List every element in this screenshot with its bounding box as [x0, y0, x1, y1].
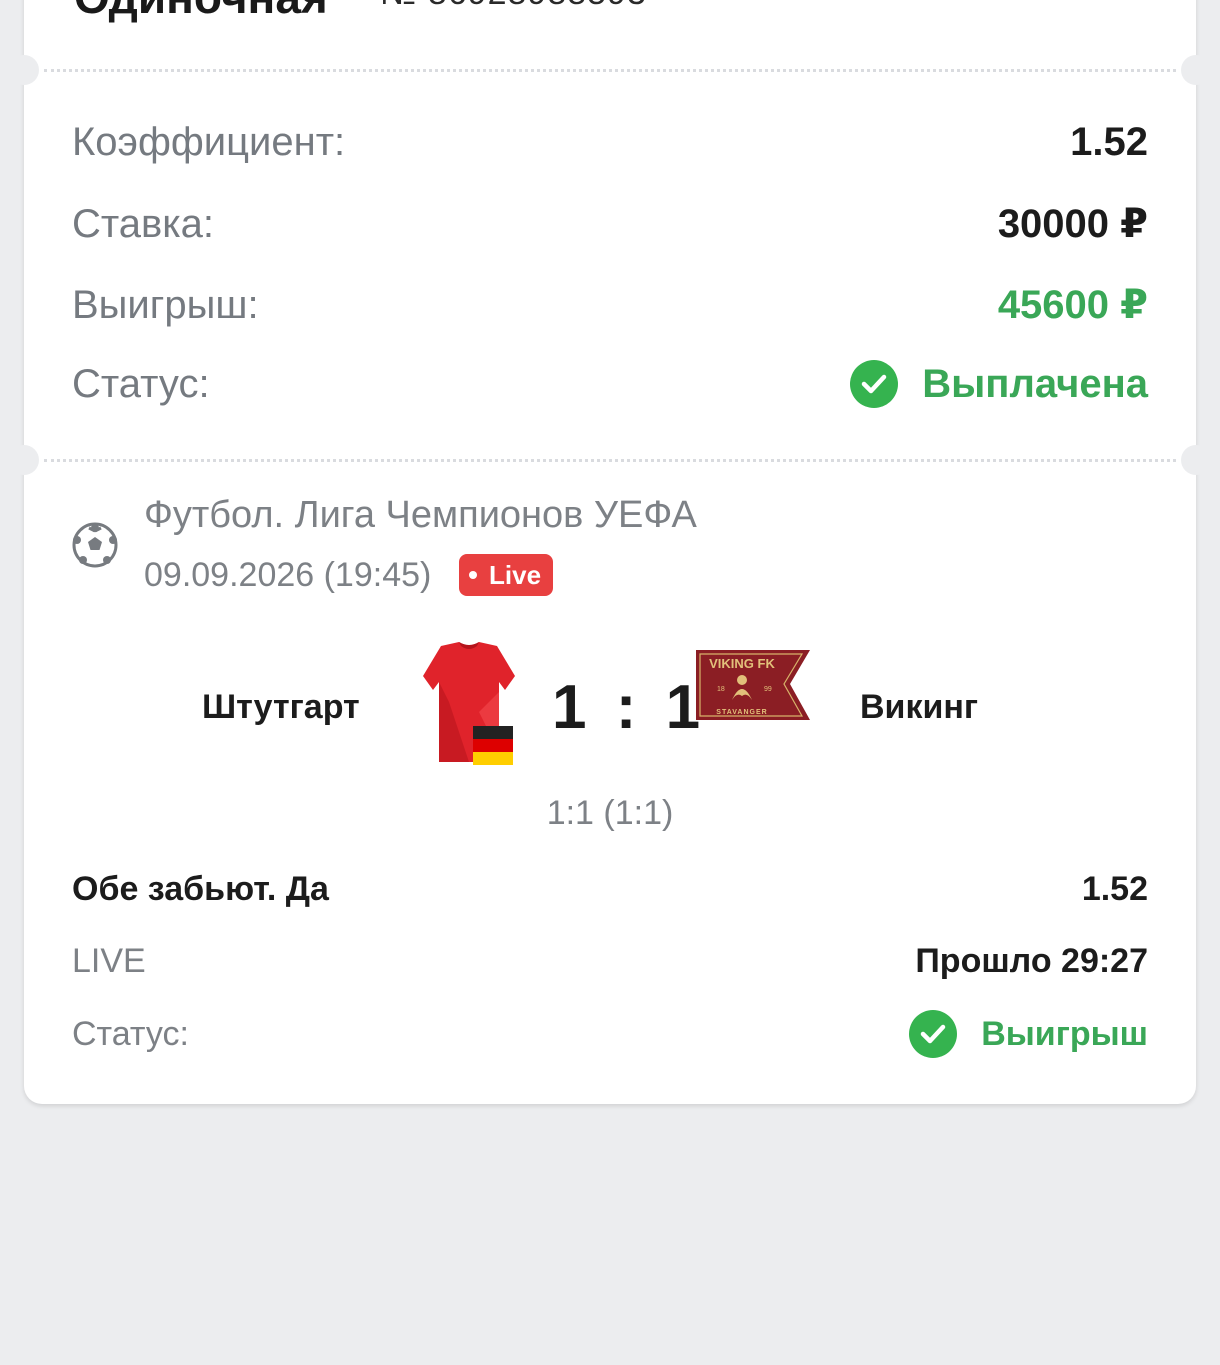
live-badge: Live — [459, 554, 554, 596]
ticket-divider — [44, 69, 1176, 72]
bet-status-row: Статус: Выигрыш — [72, 1010, 1148, 1058]
live-dot-icon — [469, 571, 477, 579]
stake-row: Ставка: 30000 ₽ — [72, 201, 1148, 247]
win-value: 45600 ₽ — [997, 283, 1148, 327]
away-logo-year-right: 99 — [764, 686, 772, 693]
stake-label: Ставка: — [72, 201, 214, 246]
bet-status-label: Статус: — [72, 1014, 189, 1053]
odds-label: Коэффициент: — [72, 120, 346, 164]
bet-market-row: Обе забьют. Да 1.52 — [72, 870, 1148, 909]
score-detail: 1:1 (1:1) — [546, 794, 674, 832]
bet-market: Обе забьют. Да — [72, 870, 329, 908]
away-team-logo: VIKING FK 18 99 STAVANGER — [692, 648, 812, 729]
ticket-notch-left — [9, 445, 39, 475]
bet-number: № 86928988593 — [380, 0, 647, 13]
away-logo-sub: STAVANGER — [716, 709, 767, 716]
odds-row: Коэффициент: 1.52 — [72, 120, 1148, 165]
away-logo-text: VIKING FK — [709, 656, 775, 671]
ticket-divider — [44, 459, 1176, 462]
away-logo-year-left: 18 — [717, 686, 725, 693]
bet-odds: 1.52 — [1081, 870, 1148, 908]
bet-status-value: Выигрыш — [981, 1014, 1148, 1053]
bet-type-title: Одиночная — [74, 0, 328, 24]
home-team-name: Штутгарт — [202, 688, 360, 726]
bet-mode-row: LIVE Прошло 29:27 — [72, 942, 1148, 981]
stake-value: 30000 ₽ — [997, 202, 1148, 246]
live-badge-label: Live — [489, 559, 542, 590]
check-circle-icon — [850, 360, 899, 408]
status-label: Статус: — [72, 361, 210, 406]
check-circle-icon — [909, 1010, 958, 1058]
match-score: 1 : 1 — [552, 673, 707, 742]
win-row: Выигрыш: 45600 ₽ — [72, 282, 1148, 328]
away-team-name: Викинг — [860, 688, 979, 726]
odds-value: 1.52 — [1070, 120, 1148, 164]
ticket-notch-right — [1181, 445, 1211, 475]
ticket-notch-right — [1181, 55, 1211, 85]
event-title: Футбол. Лига Чемпионов УЕФА — [144, 494, 697, 536]
bet-mode: LIVE — [72, 942, 146, 980]
win-label: Выигрыш: — [72, 282, 259, 327]
bet-ticket-card: Одиночная № 86928988593 Коэффициент: 1.5… — [9, 0, 1211, 1104]
ticket-notch-left — [9, 55, 39, 85]
bet-elapsed: Прошло 29:27 — [915, 942, 1148, 980]
home-team-jersey-icon — [419, 642, 519, 771]
soccer-ball-icon — [72, 522, 118, 573]
status-row: Статус: Выплачена — [72, 360, 1148, 408]
event-datetime: 09.09.2026 (19:45) — [144, 556, 432, 594]
status-value: Выплачена — [922, 361, 1148, 406]
